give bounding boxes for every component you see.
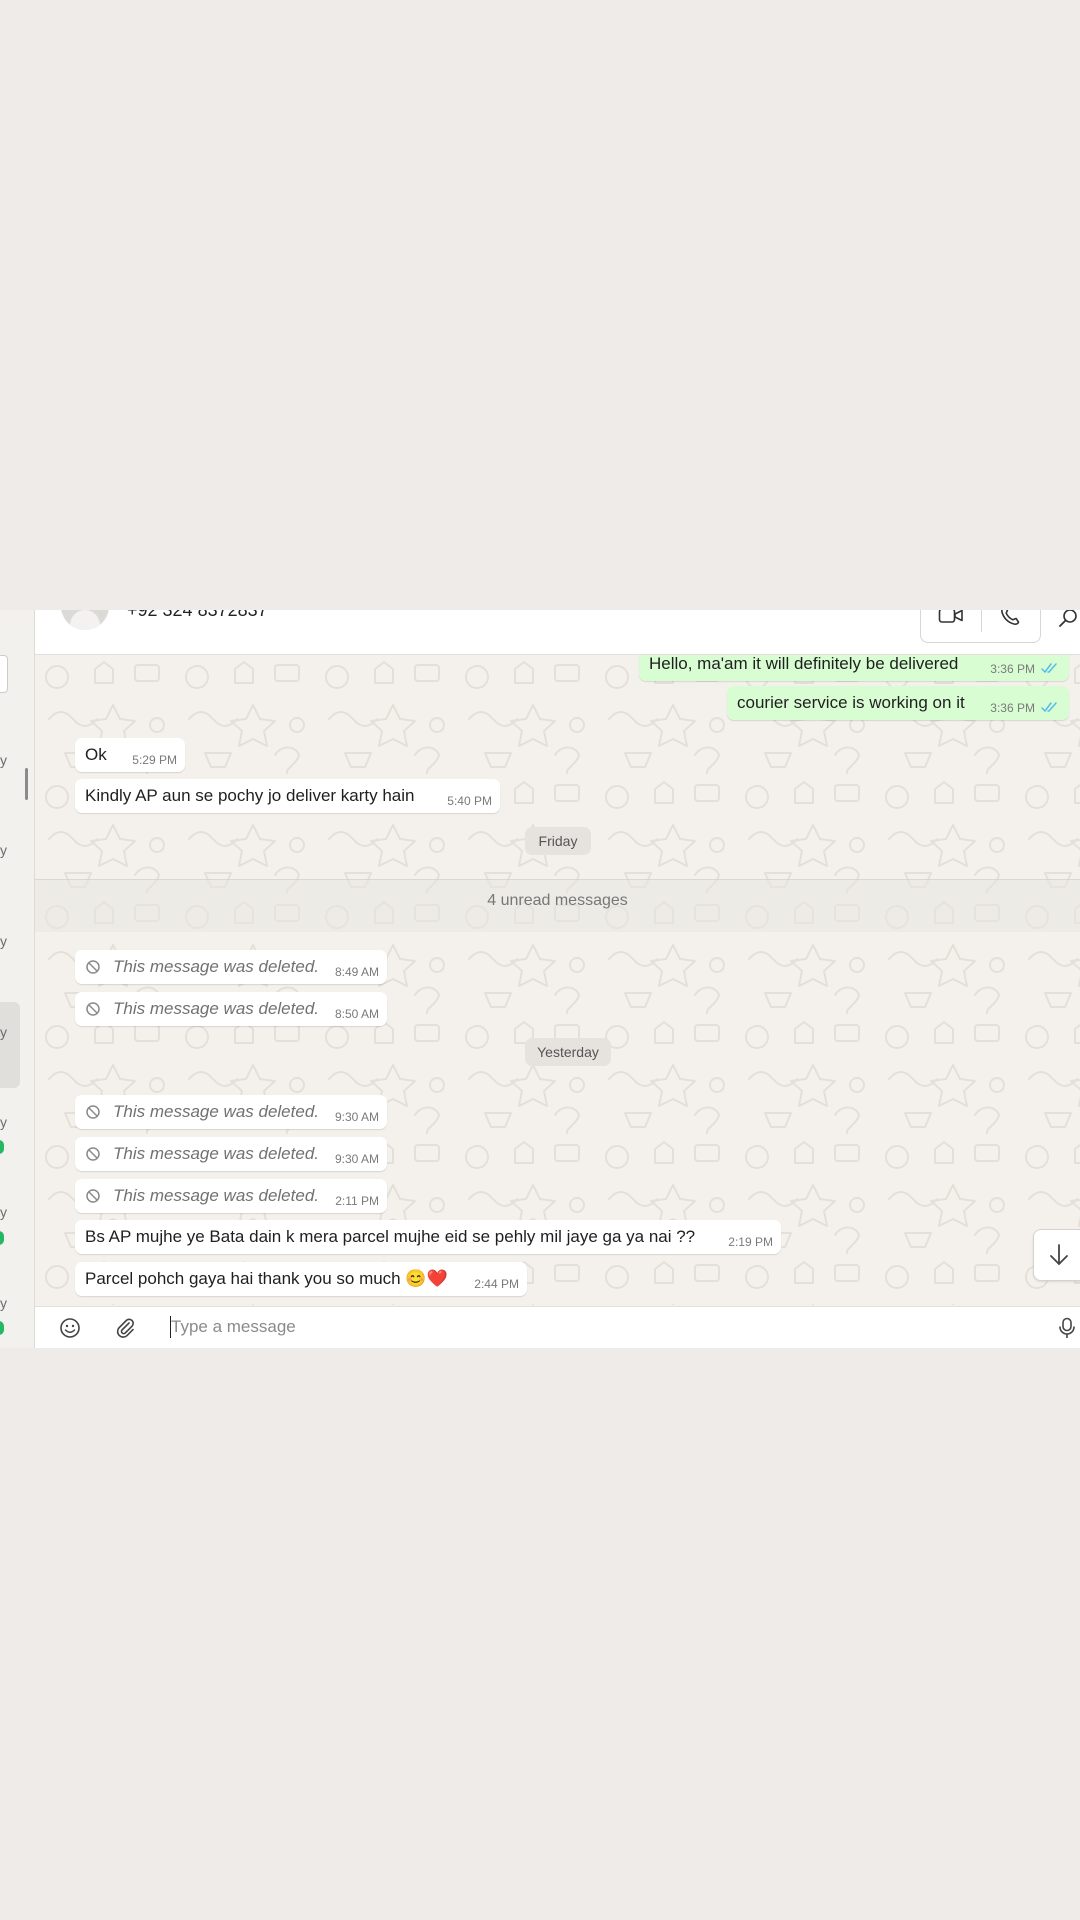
chat-list-fragment: y (0, 1295, 7, 1311)
deleted-icon (86, 1105, 100, 1119)
message-text: This message was deleted. (113, 1102, 319, 1121)
scroll-to-bottom-button[interactable] (1033, 1229, 1080, 1281)
chat-list-fragment: y (0, 752, 7, 768)
message-time: 9:30 AM (334, 1110, 379, 1124)
chat-list-fragment: y (0, 1114, 7, 1130)
deleted-icon (86, 960, 100, 974)
call-button-group (920, 610, 1041, 643)
chat-list-fragment: y (0, 842, 7, 858)
unread-label: 4 unread messages (487, 892, 628, 909)
message-text: This message was deleted. (113, 999, 319, 1018)
selected-chat-highlight[interactable] (0, 1002, 20, 1088)
message-text: This message was deleted. (113, 1186, 319, 1205)
message-bubble-outgoing[interactable]: Hello, ma'am it will definitely be deliv… (639, 655, 1069, 681)
message-time: 3:36 PM (990, 701, 1035, 715)
message-area[interactable]: 4 unread messages Hello, ma'am it will d… (35, 655, 1080, 1305)
message-text: Ok (85, 745, 107, 764)
contact-name[interactable]: +92 324 8372837 (127, 610, 268, 621)
message-text: Bs AP mujhe ye Bata dain k mera parcel m… (85, 1227, 696, 1246)
read-ticks-icon (1041, 663, 1057, 674)
video-call-icon[interactable] (938, 610, 964, 631)
message-time: 2:19 PM (728, 1235, 773, 1249)
deleted-icon (86, 1002, 100, 1016)
message-bubble-incoming[interactable]: Parcel pohch gaya hai thank you so much … (75, 1262, 527, 1296)
message-bubble-deleted[interactable]: This message was deleted. 2:11 PM (75, 1179, 387, 1213)
voice-call-icon[interactable] (999, 610, 1021, 632)
message-bubble-deleted[interactable]: This message was deleted. 8:49 AM (75, 950, 387, 984)
whatsapp-window: y y y y y y y +92 324 8372837 4 unread m… (0, 610, 1080, 1348)
deleted-icon (86, 1189, 100, 1203)
message-text: This message was deleted. (113, 1144, 319, 1163)
day-separator: Friday (525, 827, 591, 855)
call-divider (981, 610, 982, 632)
message-bubble-outgoing[interactable]: courier service is working on it 3:36 PM (727, 686, 1069, 720)
chat-list-fragment: y (0, 1204, 7, 1220)
chat-list-fragment: y (0, 1024, 7, 1040)
message-time: 5:29 PM (132, 753, 177, 767)
chat-list-scrollbar[interactable] (25, 768, 28, 800)
message-time: 8:50 AM (334, 1007, 379, 1021)
message-text: Kindly AP aun se pochy jo deliver karty … (85, 786, 415, 805)
avatar-body (70, 610, 100, 630)
message-bubble-incoming[interactable]: Bs AP mujhe ye Bata dain k mera parcel m… (75, 1220, 781, 1254)
message-bubble-deleted[interactable]: This message was deleted. 9:30 AM (75, 1137, 387, 1171)
microphone-icon[interactable] (1057, 1317, 1077, 1344)
search-icon[interactable] (1057, 610, 1079, 635)
attach-icon[interactable] (114, 1317, 136, 1344)
chat-list-panel-edge: y y y y y y y (0, 610, 35, 1348)
message-text: Parcel pohch gaya hai thank you so much … (85, 1269, 448, 1288)
message-bubble-deleted[interactable]: This message was deleted. 8:50 AM (75, 992, 387, 1026)
emoji-icon[interactable] (59, 1317, 81, 1344)
message-time: 2:44 PM (474, 1277, 519, 1291)
day-separator: Yesterday (525, 1038, 611, 1066)
message-bubble-incoming[interactable]: Kindly AP aun se pochy jo deliver karty … (75, 779, 500, 813)
message-bubble-deleted[interactable]: This message was deleted. 9:30 AM (75, 1095, 387, 1129)
message-text: courier service is working on it (737, 693, 965, 712)
message-text: This message was deleted. (113, 957, 319, 976)
message-input[interactable] (171, 1315, 991, 1339)
message-time: 2:11 PM (335, 1194, 379, 1208)
unread-dot (0, 1231, 4, 1245)
search-box-edge[interactable] (0, 655, 8, 693)
message-time: 3:36 PM (990, 662, 1035, 676)
message-composer (35, 1306, 1080, 1348)
unread-dot (0, 1140, 4, 1154)
deleted-icon (86, 1147, 100, 1161)
unread-dot (0, 1321, 4, 1335)
message-bubble-incoming[interactable]: Ok 5:29 PM (75, 738, 185, 772)
message-text: Hello, ma'am it will definitely be deliv… (649, 655, 959, 673)
message-time: 5:40 PM (447, 794, 492, 808)
chat-list-fragment: y (0, 933, 7, 949)
message-time: 9:30 AM (334, 1152, 379, 1166)
chat-header: +92 324 8372837 (35, 610, 1080, 655)
read-ticks-icon (1041, 702, 1057, 713)
arrow-down-icon (1050, 1244, 1068, 1265)
avatar[interactable] (61, 610, 109, 630)
message-time: 8:49 AM (334, 965, 379, 979)
